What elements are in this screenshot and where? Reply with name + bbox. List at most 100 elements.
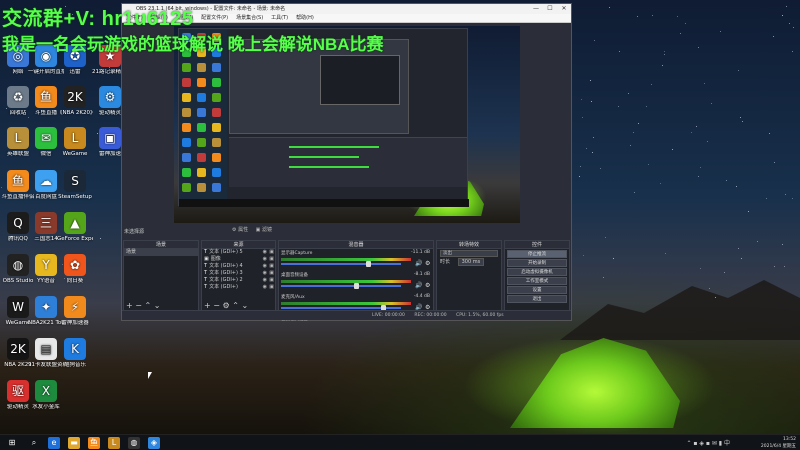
- obs-taskbar-icon[interactable]: ◍: [128, 437, 140, 449]
- desktop-icon[interactable]: ⚡ 雷神加速器: [57, 296, 93, 327]
- menu-item[interactable]: 帮助(H): [296, 15, 314, 21]
- close-icon[interactable]: ✕: [557, 4, 571, 14]
- star: [664, 252, 666, 254]
- source-item[interactable]: T 文本 (GDI+) 5 ◉ ▣: [202, 249, 275, 256]
- studio-mode-button[interactable]: 工作室模式: [507, 277, 567, 285]
- mixer-header: 混音器: [279, 241, 433, 249]
- settings-button[interactable]: 设置: [507, 286, 567, 294]
- volume-fader[interactable]: [281, 285, 401, 287]
- track-name: 桌面音频设备: [281, 273, 308, 278]
- transition-select[interactable]: 淡出: [440, 250, 498, 257]
- source-item[interactable]: ▣ 图像 ◉ ▣: [202, 256, 275, 263]
- sunflower-icon: ✿: [64, 254, 86, 276]
- start-recording-button[interactable]: 开始录制: [507, 259, 567, 267]
- fader-knob[interactable]: [365, 261, 371, 267]
- start-virtual-camera-button[interactable]: 启动虚拟摄像机: [507, 268, 567, 276]
- move-up-icon[interactable]: ⌃: [145, 301, 152, 310]
- source-name: 文本 (GDI+) 4: [209, 263, 243, 269]
- wegame-taskbar-icon[interactable]: L: [108, 437, 120, 449]
- speaker-icon[interactable]: 🔊: [415, 260, 422, 267]
- desktop-icon[interactable]: L WeGame: [57, 127, 93, 158]
- duration-input[interactable]: 300 ms: [457, 258, 485, 266]
- source-item[interactable]: T 文本 (GDI+) 4 ◉ ▣: [202, 263, 275, 270]
- douyu-taskbar-icon[interactable]: 鱼: [88, 437, 100, 449]
- douyu-icon: 鱼: [35, 86, 57, 108]
- desktop-icon[interactable]: ✿ 向日葵: [57, 254, 93, 285]
- minimize-icon[interactable]: —: [529, 4, 543, 14]
- scenes-header: 场景: [124, 241, 198, 249]
- gear-icon[interactable]: ⚙: [223, 301, 230, 310]
- nested-taskbar: [179, 199, 469, 207]
- source-item[interactable]: T 文本 (GDI+) ◉ ▣: [202, 284, 275, 291]
- filters-button[interactable]: ▣ 滤镜: [256, 227, 272, 233]
- menu-item[interactable]: 场景集合(S): [236, 15, 263, 21]
- nested-mini-icon: [212, 138, 221, 147]
- driver-icon: ⚙: [99, 86, 121, 108]
- speaker-icon[interactable]: 🔊: [415, 282, 422, 289]
- source-name: 文本 (GDI+) 5: [209, 249, 243, 255]
- eye-icon[interactable]: ◉: [263, 284, 267, 291]
- source-item[interactable]: T 文本 (GDI+) 3 ◉ ▣: [202, 270, 275, 277]
- scene-item[interactable]: 场景: [124, 249, 198, 256]
- app-taskbar-icon[interactable]: ◈: [148, 437, 160, 449]
- remove-icon[interactable]: −: [135, 301, 142, 310]
- desktop-icon[interactable]: ▲ GeForce Experience: [57, 212, 93, 243]
- gear-icon[interactable]: ⚙: [425, 282, 430, 289]
- move-up-icon[interactable]: ⌃: [232, 301, 239, 310]
- fader-knob[interactable]: [354, 283, 360, 289]
- star: [699, 166, 701, 168]
- menu-item[interactable]: 工具(T): [271, 15, 288, 21]
- volume-fader[interactable]: [281, 263, 401, 265]
- desktop-icon[interactable]: K 酷狗音乐: [57, 338, 93, 369]
- add-icon[interactable]: +: [126, 301, 133, 310]
- obs-preview-canvas[interactable]: [174, 26, 520, 223]
- desktop-icon-label: WeGame: [62, 151, 88, 157]
- nested-mini-icon: [182, 183, 191, 192]
- eye-icon[interactable]: ◉: [263, 256, 267, 263]
- properties-button[interactable]: ⚙ 属性: [232, 227, 248, 233]
- track-name: 显示器Capture: [281, 251, 313, 256]
- desktop-icon[interactable]: S SteamSetup: [57, 170, 93, 201]
- star: [789, 22, 790, 24]
- transitions-header: 转场特效: [437, 241, 501, 249]
- eye-icon[interactable]: ◉: [263, 277, 267, 284]
- lock-icon[interactable]: ▣: [269, 256, 274, 263]
- source-item[interactable]: T 文本 (GDI+) 2 ◉ ▣: [202, 277, 275, 284]
- nested-mini-icon: [212, 108, 221, 117]
- desktop-icon-label: GeForce Experience: [57, 236, 93, 242]
- star: [645, 105, 647, 107]
- star: [661, 64, 663, 66]
- eye-icon[interactable]: ◉: [263, 270, 267, 277]
- desktop-icon-label: SteamSetup: [58, 194, 92, 200]
- search-icon[interactable]: ⌕: [28, 437, 40, 449]
- nested-mini-icon: [212, 123, 221, 132]
- menu-item[interactable]: 配置文件(P): [201, 15, 228, 21]
- stop-stream-button[interactable]: 停止推流: [507, 250, 567, 258]
- remove-icon[interactable]: −: [213, 301, 220, 310]
- star: [633, 131, 635, 133]
- move-down-icon[interactable]: ⌄: [154, 301, 161, 310]
- edge-icon[interactable]: e: [48, 437, 60, 449]
- maximize-icon[interactable]: ☐: [543, 4, 557, 14]
- desktop-icon[interactable]: 2K 《NBA 2K20》3D...: [57, 86, 93, 117]
- add-icon[interactable]: +: [204, 301, 211, 310]
- lock-icon[interactable]: ▣: [269, 277, 274, 284]
- gear-icon[interactable]: ⚙: [425, 260, 430, 267]
- eye-icon[interactable]: ◉: [263, 249, 267, 256]
- move-down-icon[interactable]: ⌄: [241, 301, 248, 310]
- system-tray-icons[interactable]: ⌃ ▪ ◈ ▪ ✉ ▮ 中: [686, 438, 730, 447]
- folder-icon[interactable]: ▬: [68, 437, 80, 449]
- desktop-icon[interactable]: X 水友小金库: [28, 380, 64, 411]
- exit-button[interactable]: 退出: [507, 295, 567, 303]
- status-cpu: CPU: 1.5%, 60.00 fps: [456, 313, 504, 318]
- lock-icon[interactable]: ▣: [269, 270, 274, 277]
- lock-icon[interactable]: ▣: [269, 249, 274, 256]
- wallpaper-tent: [510, 338, 680, 428]
- mouse-cursor-icon: [148, 372, 152, 379]
- lock-icon[interactable]: ▣: [269, 284, 274, 291]
- eye-icon[interactable]: ◉: [263, 263, 267, 270]
- system-clock[interactable]: 13:52 2021/6/4 星期五: [761, 436, 796, 450]
- windows-start-icon[interactable]: ⊞: [6, 437, 18, 449]
- lock-icon[interactable]: ▣: [269, 263, 274, 270]
- desktop-icon-label: 雷神加速器: [61, 320, 89, 326]
